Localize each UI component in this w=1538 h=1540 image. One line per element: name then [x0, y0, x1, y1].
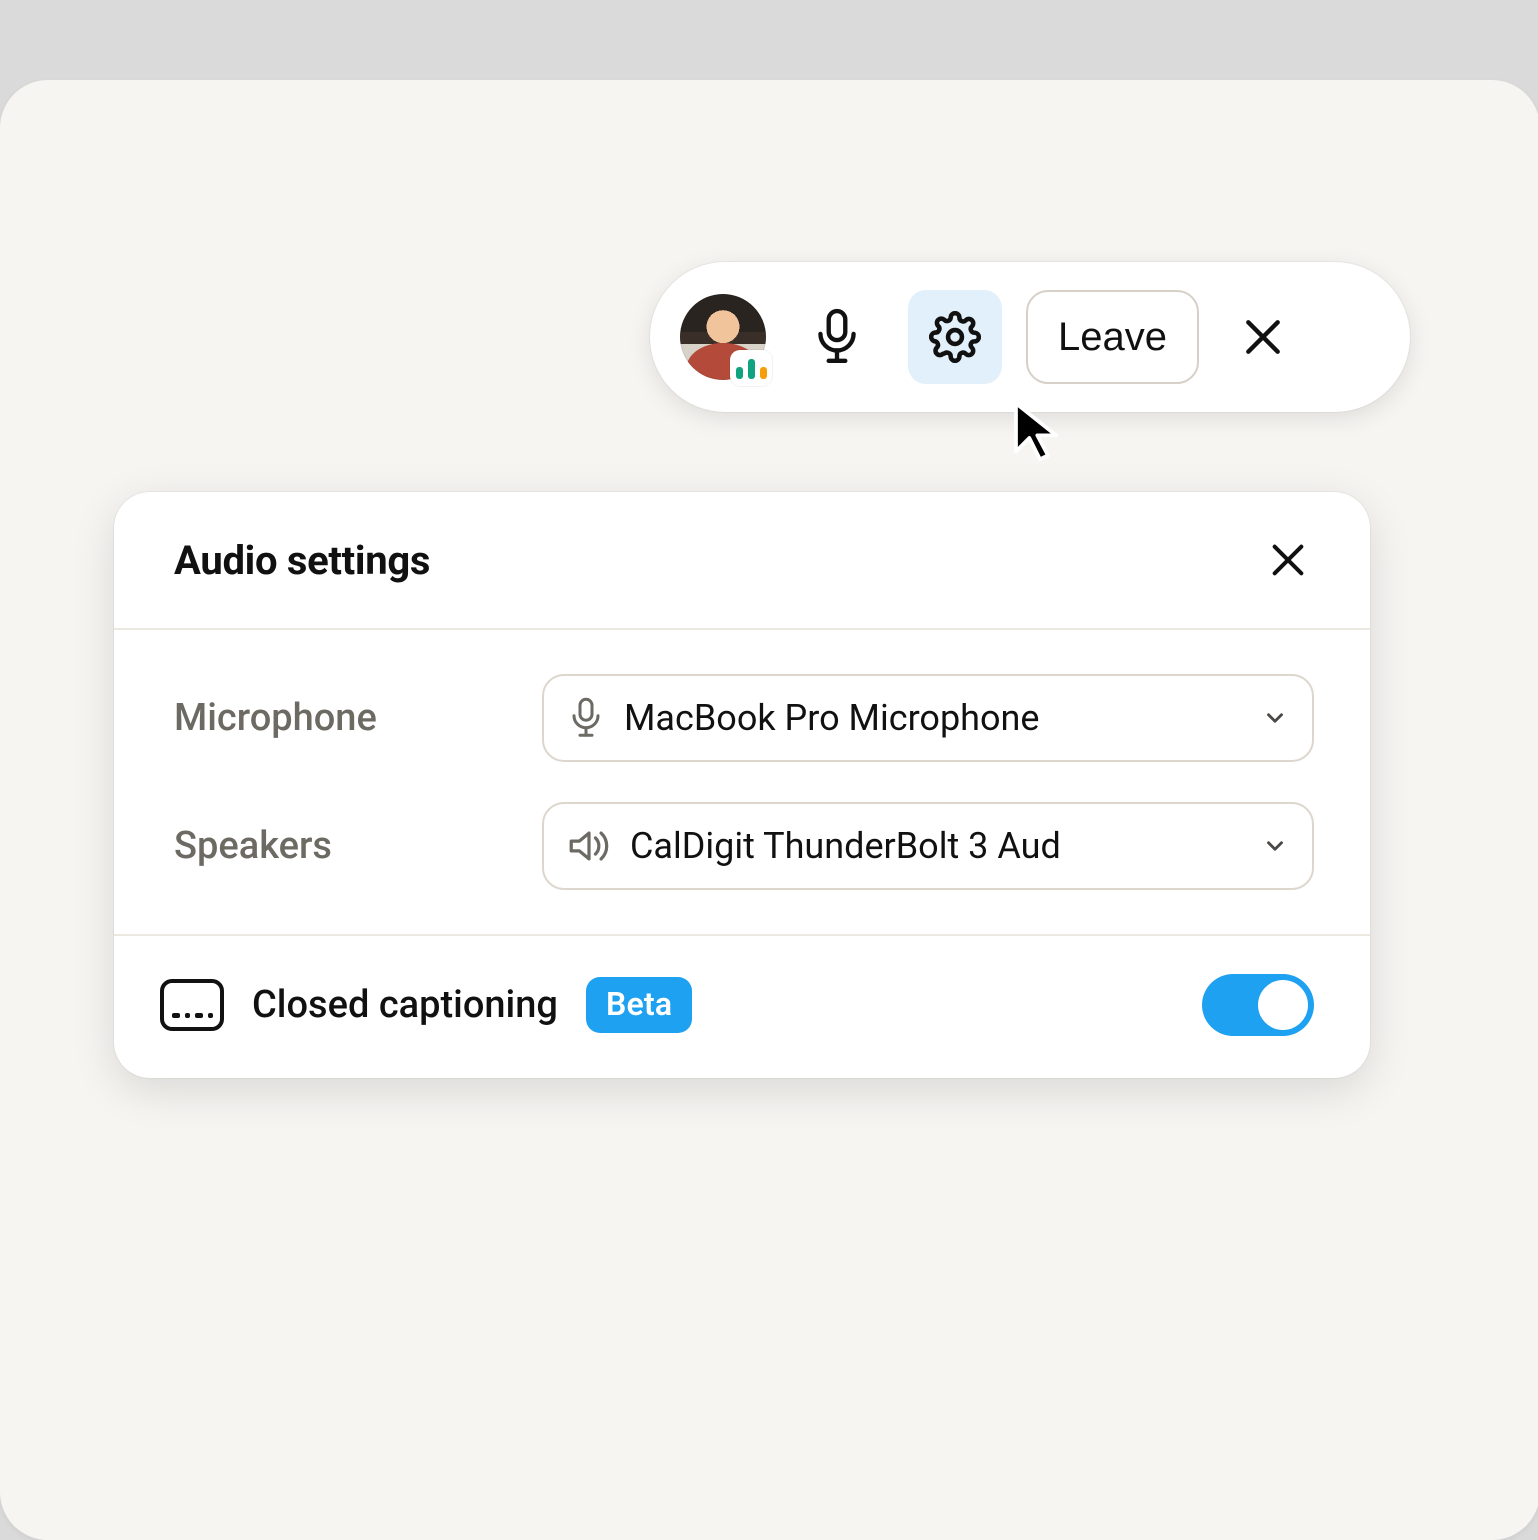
panel-body: Microphone MacBook Pro Microphone Speake… — [114, 630, 1370, 936]
closed-caption-icon — [160, 979, 224, 1031]
speakers-value: CalDigit ThunderBolt 3 Aud — [630, 825, 1242, 867]
microphone-icon — [812, 308, 862, 366]
mute-button[interactable] — [790, 290, 884, 384]
close-icon — [1268, 540, 1308, 580]
chevron-down-icon — [1262, 833, 1288, 859]
chevron-down-icon — [1262, 705, 1288, 731]
panel-footer: Closed captioning Beta — [114, 936, 1370, 1078]
microphone-label: Microphone — [174, 696, 510, 740]
gear-icon — [929, 311, 981, 363]
participant-avatar[interactable] — [680, 294, 766, 380]
beta-badge: Beta — [586, 977, 692, 1033]
microphone-icon — [568, 696, 604, 740]
microphone-row: Microphone MacBook Pro Microphone — [174, 674, 1314, 762]
speakers-row: Speakers CalDigit ThunderBolt 3 Aud — [174, 802, 1314, 890]
speaker-icon — [568, 826, 610, 866]
closed-captioning-toggle[interactable] — [1202, 974, 1314, 1036]
microphone-value: MacBook Pro Microphone — [624, 697, 1242, 739]
closed-captioning-label: Closed captioning — [252, 983, 558, 1027]
panel-header: Audio settings — [114, 492, 1370, 630]
audio-level-indicator — [730, 350, 772, 386]
microphone-select[interactable]: MacBook Pro Microphone — [542, 674, 1314, 762]
leave-button[interactable]: Leave — [1026, 290, 1199, 384]
panel-title: Audio settings — [174, 537, 430, 584]
huddle-toolbar: Leave — [650, 262, 1410, 412]
speakers-label: Speakers — [174, 824, 510, 868]
panel-close-button[interactable] — [1262, 534, 1314, 586]
speakers-select[interactable]: CalDigit ThunderBolt 3 Aud — [542, 802, 1314, 890]
close-icon — [1241, 315, 1285, 359]
leave-button-label: Leave — [1058, 315, 1167, 360]
toolbar-close-button[interactable] — [1231, 305, 1295, 369]
settings-button[interactable] — [908, 290, 1002, 384]
audio-settings-panel: Audio settings Microphone MacBook Pro Mi… — [114, 492, 1370, 1078]
